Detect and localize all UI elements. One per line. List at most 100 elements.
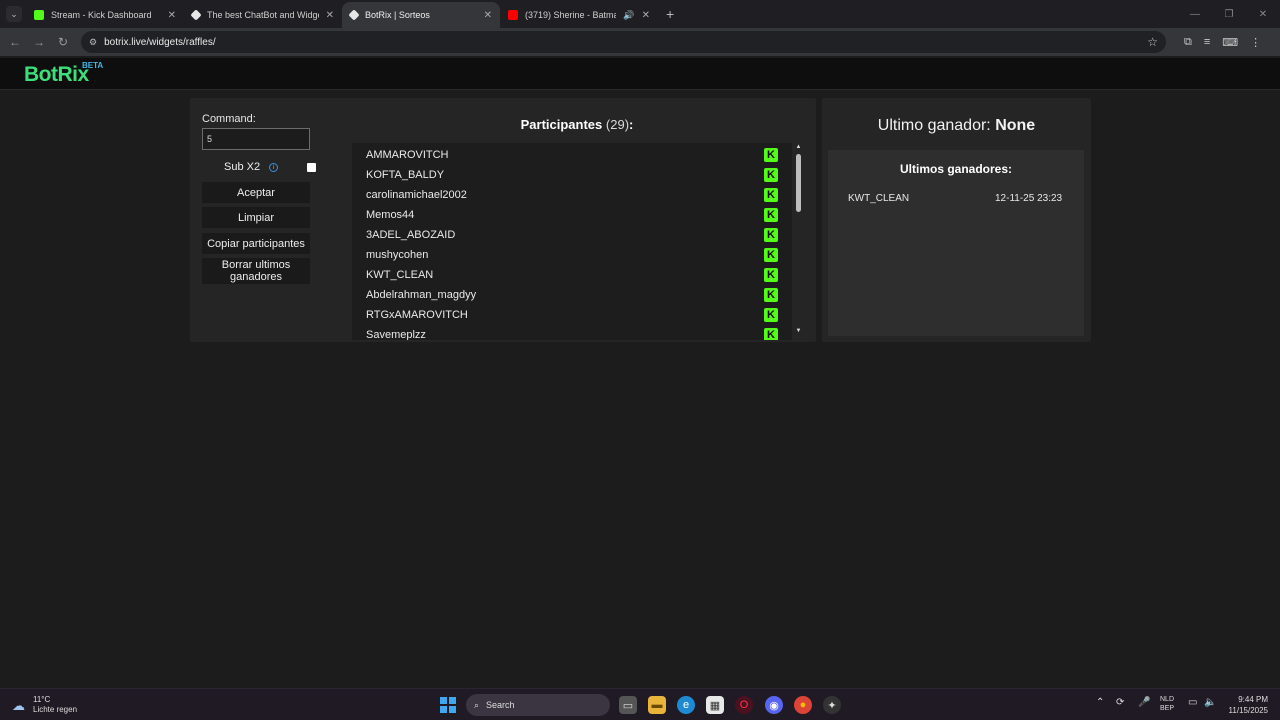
tray-sync-icon[interactable]: ⟳ [1116,697,1124,708]
tab-botrix-chatbot[interactable]: The best ChatBot and Widgets ✕ [184,2,342,28]
last-winner-label: Ultimo ganador: [877,117,991,134]
microphone-icon[interactable]: 🎤 [1138,697,1150,708]
tab-close-icon[interactable]: ✕ [642,10,650,21]
url-bar[interactable]: ⚙ botrix.live/widgets/raffles/ ☆ [81,31,1166,53]
beta-badge: BETA [82,61,104,70]
search-label: Search [486,700,515,710]
site-info-icon[interactable]: ⚙ [89,37,97,48]
kick-icon: K [764,148,778,162]
clear-button[interactable]: Limpiar [202,207,310,228]
recent-winners-box [828,150,1084,336]
opera-gx-icon[interactable]: O [735,696,753,714]
restore-icon[interactable]: ❐ [1212,0,1246,28]
volume-icon[interactable]: 🔈 [1204,697,1216,708]
url-text[interactable]: botrix.live/widgets/raffles/ [104,37,1147,48]
tab-youtube[interactable]: (3719) Sherine - Batmanna 🔊 ✕ [500,2,658,28]
discord-icon[interactable]: ◉ [765,696,783,714]
reload-icon[interactable]: ↻ [51,35,75,49]
botrix-favicon-icon [190,9,202,21]
participant-name: RTGxAMAROVITCH [366,309,468,321]
speaker-icon[interactable]: 🔊 [623,10,634,21]
participant-row: 3ADEL_ABOZAID K [352,225,792,245]
address-bar-row: ← → ↻ ⚙ botrix.live/widgets/raffles/ ☆ ⧉… [0,28,1280,56]
scroll-thumb[interactable] [796,154,801,212]
participants-colon: : [629,117,634,132]
close-window-icon[interactable]: ✕ [1246,0,1280,28]
participants-count: (29) [605,117,630,132]
language-code: NLD [1160,696,1175,703]
translate-icon[interactable]: ⌨ [1222,36,1238,49]
forward-icon[interactable]: → [27,35,51,49]
clear-winners-button[interactable]: Borrar ultimos ganadores [202,258,310,284]
tab-close-icon[interactable]: ✕ [484,10,492,21]
file-explorer-icon[interactable]: ▬ [648,696,666,714]
participant-name: Savemeplzz [366,329,426,340]
windows-taskbar: ☁ 11°C Lichte regen ⌕ Search ▭ ▬ e ▦ O ◉… [0,688,1280,720]
winner-date: 12-11-25 23:23 [995,193,1063,204]
tab-kick-dashboard[interactable]: Stream - Kick Dashboard ✕ [26,2,184,28]
chrome-icon[interactable]: ● [794,696,812,714]
participant-name: KWT_CLEAN [366,269,434,281]
participant-name: Abdelrahman_magdyy [366,289,477,301]
tab-search-button[interactable]: ⌄ [6,6,22,22]
windows-start-icon[interactable] [440,697,456,713]
keyboard-layout: BEP [1160,705,1175,712]
sub-x2-checkbox[interactable] [307,163,316,172]
weather-cloud-icon[interactable]: ☁ [12,698,25,714]
menu-icon[interactable]: ⋮ [1250,36,1261,49]
participant-row: Savemeplzz K [352,325,792,340]
participant-name: KOFTA_BALDY [366,169,445,181]
kick-icon: K [764,188,778,202]
store-icon[interactable]: ▦ [706,696,724,714]
tray-chevron-icon[interactable]: ⌃ [1096,697,1104,708]
participant-row: AMMAROVITCH K [352,145,792,165]
task-view-icon[interactable]: ▭ [619,696,637,714]
command-label: Command: [202,113,256,125]
scroll-down-icon[interactable]: ▼ [793,328,804,334]
network-icon[interactable]: ▭ [1188,697,1197,708]
tab-close-icon[interactable]: ✕ [168,10,176,21]
command-input[interactable] [202,128,310,150]
system-clock[interactable]: 9:44 PM 11/15/2025 [1224,694,1268,716]
last-winner-heading: Ultimo ganador: None [822,117,1091,135]
accept-button[interactable]: Aceptar [202,182,310,203]
tab-close-icon[interactable]: ✕ [326,10,334,21]
kick-icon: K [764,228,778,242]
clock-date: 11/15/2025 [1228,706,1268,715]
window-controls: — ❐ ✕ [1178,0,1280,28]
weather-desc[interactable]: Lichte regen [33,705,77,714]
new-tab-button[interactable]: + [666,1,674,27]
clock-time: 9:44 PM [1238,695,1268,704]
toolbar-icons: ⧉ ≡ ⌨ ⋮ [1184,36,1261,49]
copy-participants-button[interactable]: Copiar participantes [202,233,310,254]
kick-icon: K [764,328,778,340]
botrix-favicon-icon [348,9,360,21]
back-icon[interactable]: ← [3,35,27,49]
edge-icon[interactable]: e [677,696,695,714]
info-icon[interactable]: i [269,163,278,172]
participant-name: Memos44 [366,209,415,221]
app-icon[interactable]: ✦ [823,696,841,714]
search-icon: ⌕ [474,699,480,710]
kick-icon: K [764,288,778,302]
bookmark-star-icon[interactable]: ☆ [1147,35,1158,49]
language-indicator[interactable]: NLD BEP [1160,695,1174,713]
participant-row: Abdelrahman_magdyy K [352,285,792,305]
taskbar-search[interactable]: ⌕ Search [466,694,610,716]
botrix-logo[interactable]: BotRix [24,63,89,87]
tab-title: The best ChatBot and Widgets [207,10,319,20]
media-queue-icon[interactable]: ≡ [1204,36,1210,49]
extensions-icon[interactable]: ⧉ [1184,36,1192,49]
scroll-up-icon[interactable]: ▲ [793,144,804,150]
tab-botrix-sorteos[interactable]: BotRix | Sorteos ✕ [342,2,500,28]
participant-name: 3ADEL_ABOZAID [366,229,456,241]
weather-temp[interactable]: 11°C [33,695,50,704]
winner-name: KWT_CLEAN [848,193,910,204]
tab-strip: Stream - Kick Dashboard ✕ The best ChatB… [26,0,658,28]
participants-list[interactable]: AMMAROVITCH K KOFTA_BALDY Kcarolinamichael2… [352,143,792,340]
participant-row: Memos44 K [352,205,792,225]
participant-row: carolinamichael2002 K [352,185,792,205]
minimize-icon[interactable]: — [1178,0,1212,28]
kick-favicon-icon [34,10,44,20]
participant-name: carolinamichael2002 [366,189,467,201]
